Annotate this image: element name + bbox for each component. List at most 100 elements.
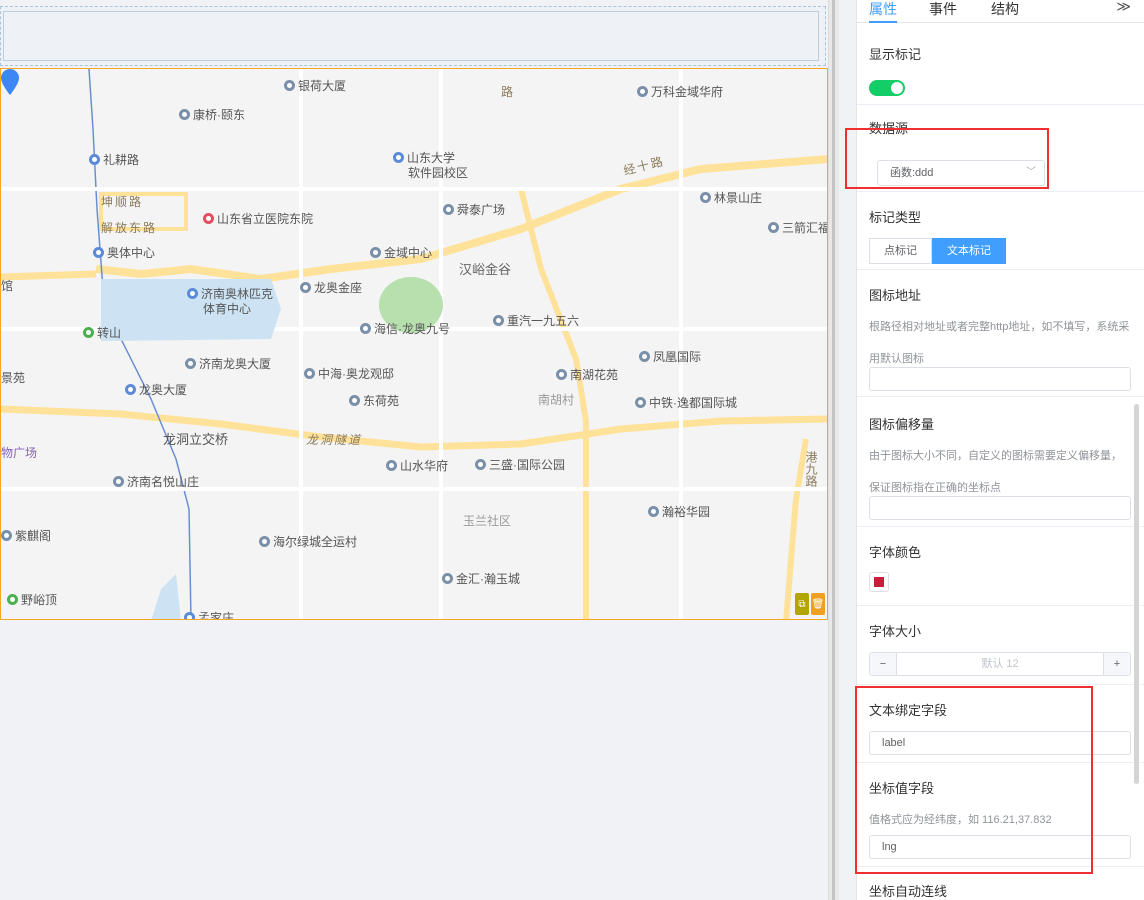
building-icon	[635, 397, 646, 408]
poi-shanshui[interactable]: 山水华府	[386, 457, 448, 474]
road-label-longdong: 龙洞隧道	[306, 433, 363, 447]
panel-scrollbar-thumb[interactable]	[1134, 404, 1139, 784]
section-font-color: 字体颜色	[857, 526, 1144, 606]
road-west	[1, 270, 97, 281]
poi-zhongqi[interactable]: 重汽一九五六	[493, 312, 579, 329]
metro-icon	[184, 612, 195, 619]
building-icon	[442, 573, 453, 584]
reservoir	[151, 574, 181, 619]
font-size-stepper: − 默认 12 +	[869, 652, 1131, 676]
poi-jinyu[interactable]: 金域中心	[370, 244, 432, 261]
top-container[interactable]	[0, 6, 826, 66]
marker-type-label: 标记类型	[869, 210, 922, 225]
poi-zhuanshan[interactable]: 转山	[83, 324, 121, 341]
font-color-label: 字体颜色	[869, 545, 922, 560]
poi-hisense[interactable]: 海信·龙奥九号	[360, 320, 450, 337]
font-color-picker[interactable]	[869, 572, 889, 592]
poi-vanke[interactable]: 万科金域华府	[637, 83, 723, 100]
road-label-gangjiu: 港九路	[804, 451, 818, 487]
marker-type-point[interactable]: 点标记	[869, 238, 932, 264]
design-canvas: 银荷大厦 康桥·颐东 礼耕路 山东大学 软件园校区 万科金域华府 坤顺路 解放东…	[0, 0, 828, 900]
poi-shuntai[interactable]: 舜泰广场	[443, 201, 505, 218]
panel-tabs: 属性 事件 结构 ≫	[857, 0, 1144, 23]
font-size-minus-button[interactable]: −	[870, 653, 897, 675]
poi-longao-dasha[interactable]: 济南龙奥大厦	[185, 355, 271, 372]
poi-sansheng[interactable]: 三盛·国际公园	[475, 456, 565, 473]
poi-longao-metro[interactable]: 龙奥大厦	[125, 381, 187, 398]
building-icon	[639, 351, 650, 362]
park-icon	[83, 327, 94, 338]
poi-linjing[interactable]: 林景山庄	[700, 189, 762, 206]
stadium-icon	[187, 288, 198, 299]
poi-haier[interactable]: 海尔绿城全运村	[259, 533, 357, 550]
school-icon	[393, 152, 404, 163]
canvas-scrollbar[interactable]	[828, 0, 839, 900]
metro-icon	[89, 154, 100, 165]
tab-events[interactable]: 事件	[929, 0, 957, 19]
building-icon	[475, 459, 486, 470]
poi-yulan: 玉兰社区	[463, 514, 512, 528]
poi-olympic-2: 体育中心	[203, 302, 252, 316]
building-icon	[113, 476, 124, 487]
highlight-datasource	[845, 128, 1049, 189]
road-label-jiefang: 解放东路	[101, 221, 158, 235]
poi-yinhe[interactable]: 银荷大厦	[284, 77, 346, 94]
section-icon-offset: 图标偏移量 由于图标大小不同，自定义的图标需要定义偏移量，保证图标指在正确的坐标…	[857, 396, 1144, 527]
park-icon	[7, 594, 18, 605]
building-icon	[637, 86, 648, 97]
map-component[interactable]: 银荷大厦 康桥·颐东 礼耕路 山东大学 软件园校区 万科金域华府 坤顺路 解放东…	[0, 68, 828, 620]
poi-aoti[interactable]: 奥体中心	[93, 244, 155, 261]
building-icon	[300, 282, 311, 293]
show-marker-switch[interactable]	[869, 80, 905, 96]
poi-ligeng[interactable]: 礼耕路	[89, 151, 139, 168]
poi-sanjian[interactable]: 三箭汇福	[768, 219, 827, 236]
building-icon	[1, 530, 12, 541]
show-marker-label: 显示标记	[869, 47, 922, 62]
poi-zhongtie[interactable]: 中铁·逸都国际城	[635, 394, 737, 411]
poi-sdu-campus: 软件园校区	[408, 166, 469, 180]
icon-offset-input[interactable]	[869, 496, 1131, 520]
poi-zhonghai[interactable]: 中海·奥龙观邸	[304, 365, 394, 382]
poi-nanhu[interactable]: 南湖花苑	[556, 366, 618, 383]
icon-url-label: 图标地址	[869, 288, 922, 303]
tab-properties[interactable]: 属性	[869, 0, 897, 19]
top-container-inner	[3, 11, 819, 61]
poi-donghe[interactable]: 东荷苑	[349, 392, 399, 409]
tab-structure[interactable]: 结构	[991, 0, 1019, 19]
poi-ziqi[interactable]: 紫麒阁	[1, 527, 51, 544]
tab-underline	[869, 21, 897, 23]
building-icon	[360, 323, 371, 334]
poi-plaza: 物广场	[1, 446, 38, 460]
icon-offset-label: 图标偏移量	[869, 417, 935, 432]
building-icon	[179, 109, 190, 120]
poi-hanyu: 汉峪金谷	[459, 262, 512, 277]
marker-type-text[interactable]: 文本标记	[932, 238, 1006, 264]
delete-icon[interactable]: 🗑	[811, 593, 825, 615]
poi-mengjia[interactable]: 孟家庄	[184, 609, 234, 619]
poi-longao-jinzuo[interactable]: 龙奥金座	[300, 279, 362, 296]
poi-fenghuang[interactable]: 凤凰国际	[639, 348, 701, 365]
auto-connect-label: 坐标自动连线	[869, 884, 948, 899]
building-icon	[386, 460, 397, 471]
map-marker-pin[interactable]	[1, 69, 19, 95]
font-size-plus-button[interactable]: +	[1103, 653, 1130, 675]
double-chevron-right-icon[interactable]: ≫	[1116, 0, 1131, 15]
poi-jinhui[interactable]: 金汇·瀚玉城	[442, 570, 520, 587]
poi-kangqiao[interactable]: 康桥·颐东	[179, 106, 245, 123]
copy-icon[interactable]: ⧉	[795, 593, 809, 615]
poi-mingyue[interactable]: 济南名悦山庄	[113, 473, 199, 490]
poi-guan: 馆	[1, 279, 14, 293]
highlight-fields	[855, 686, 1093, 874]
poi-hospital[interactable]: 山东省立医院东院	[203, 210, 313, 227]
poi-yeyu[interactable]: 野峪顶	[7, 591, 57, 608]
section-show-marker: 显示标记	[857, 24, 1144, 105]
poi-hanyu-huayuan[interactable]: 瀚裕华园	[648, 503, 710, 520]
section-icon-url: 图标地址 根路径相对地址或者完整http地址，如不填写，系统采用默认图标	[857, 269, 1144, 397]
font-size-input[interactable]: 默认 12	[897, 653, 1103, 675]
poi-longdong-bridge: 龙洞立交桥	[163, 432, 229, 447]
building-icon	[700, 192, 711, 203]
metro-icon	[125, 384, 136, 395]
canvas-scrollbar-thumb[interactable]	[832, 0, 835, 900]
poi-nanhucun: 南胡村	[538, 393, 575, 407]
icon-url-input[interactable]	[869, 367, 1131, 391]
